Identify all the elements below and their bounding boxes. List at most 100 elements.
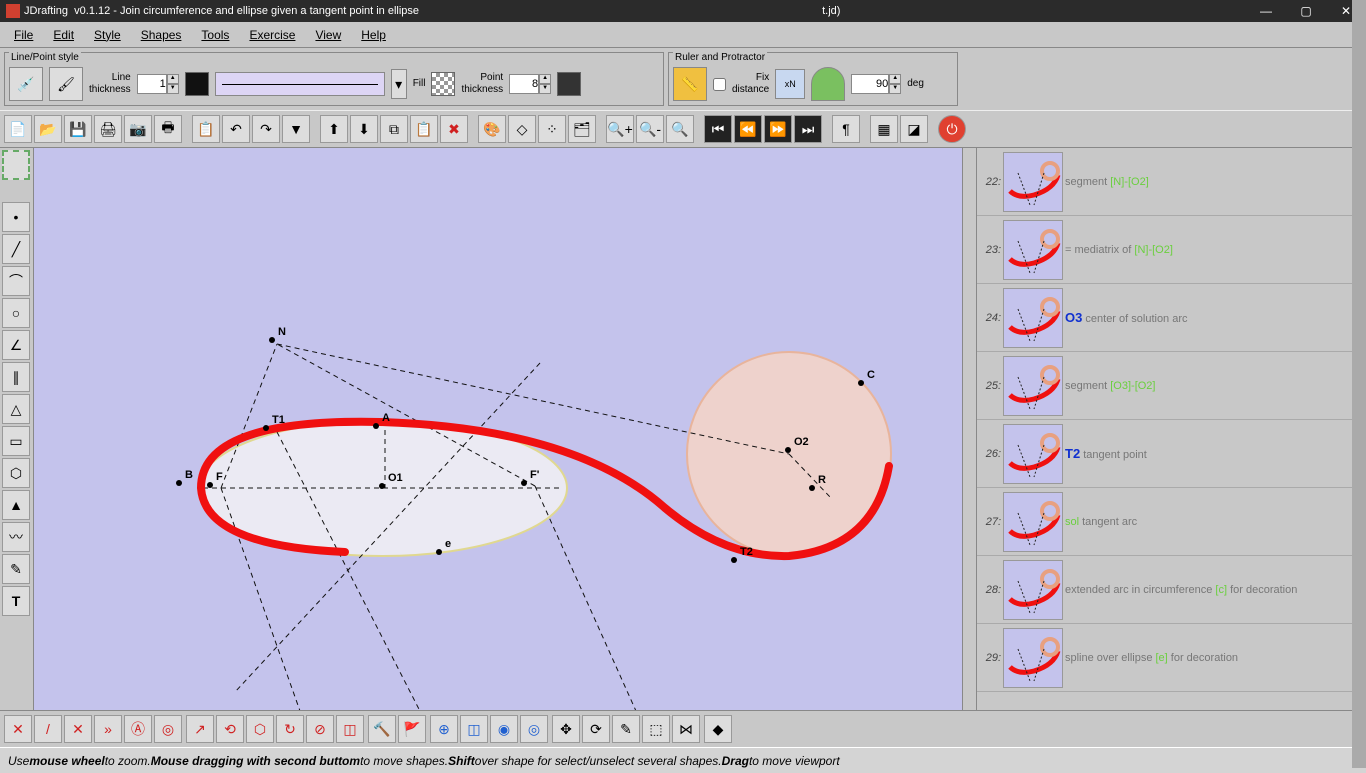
point-O2[interactable] xyxy=(785,447,791,453)
maximize-button[interactable]: ▢ xyxy=(1286,0,1326,22)
btool-20[interactable]: ✎ xyxy=(612,715,640,743)
btool-16[interactable]: ◫ xyxy=(460,715,488,743)
angle-spinner[interactable]: ▲▼ xyxy=(851,74,901,94)
text-tool[interactable]: T xyxy=(2,586,30,616)
undo-button[interactable]: ↶ xyxy=(222,115,250,143)
btool-10[interactable]: ↻ xyxy=(276,715,304,743)
new-button[interactable]: 📄 xyxy=(4,115,32,143)
point-O1[interactable] xyxy=(379,483,385,489)
btool-9[interactable]: ⬡ xyxy=(246,715,274,743)
move-up-button[interactable]: ⬆ xyxy=(320,115,348,143)
rect-tool[interactable]: ▭ xyxy=(2,426,30,456)
polygon-tool[interactable]: ⬡ xyxy=(2,458,30,488)
print-button[interactable]: 🖶 xyxy=(154,115,182,143)
point-T1[interactable] xyxy=(263,425,269,431)
btool-6[interactable]: ◎ xyxy=(154,715,182,743)
save-as-button[interactable]: 🖨 xyxy=(94,115,122,143)
last-button[interactable]: ⏭ xyxy=(794,115,822,143)
clipboard-button[interactable]: 📋 xyxy=(410,115,438,143)
canvas-scrollbar[interactable] xyxy=(962,148,976,710)
xn-button[interactable]: xN xyxy=(775,69,805,99)
layers-button[interactable]: 🗂 xyxy=(568,115,596,143)
angle-tool[interactable]: ∠ xyxy=(2,330,30,360)
point-F[interactable] xyxy=(207,482,213,488)
protractor-icon[interactable] xyxy=(811,67,845,101)
zoom-fit-button[interactable]: 🔍 xyxy=(666,115,694,143)
history-item[interactable]: 24: O3 center of solution arc xyxy=(977,284,1366,352)
eyedropper-button[interactable]: 💉 xyxy=(9,67,43,101)
fix-distance-checkbox[interactable] xyxy=(713,78,726,91)
btool-19[interactable]: ⟳ xyxy=(582,715,610,743)
menu-tools[interactable]: Tools xyxy=(191,25,239,45)
pencil-tool[interactable]: ✎ xyxy=(2,554,30,584)
diamond-button[interactable]: ◇ xyxy=(508,115,536,143)
copy-button[interactable]: ⧉ xyxy=(380,115,408,143)
btool-8[interactable]: ⟲ xyxy=(216,715,244,743)
paste-button[interactable]: 📋 xyxy=(192,115,220,143)
line-tool[interactable]: ╱ xyxy=(2,234,30,264)
btool-13[interactable]: 🔨 xyxy=(368,715,396,743)
btool-15[interactable]: ⊕ xyxy=(430,715,458,743)
history-item[interactable]: 27: sol tangent arc xyxy=(977,488,1366,556)
dots-button[interactable]: ⁘ xyxy=(538,115,566,143)
menu-exercise[interactable]: Exercise xyxy=(239,25,305,45)
dropdown-button[interactable]: ▼ xyxy=(282,115,310,143)
point-A[interactable] xyxy=(373,423,379,429)
btool-23[interactable]: ◆ xyxy=(704,715,732,743)
redo-button[interactable]: ↷ xyxy=(252,115,280,143)
palette-button[interactable]: 🎨 xyxy=(478,115,506,143)
point-thickness-spinner[interactable]: ▲▼ xyxy=(509,74,551,94)
prev-button[interactable]: ⏪ xyxy=(734,115,762,143)
select-tool[interactable] xyxy=(2,150,30,180)
btool-4[interactable]: » xyxy=(94,715,122,743)
camera-button[interactable]: 📷 xyxy=(124,115,152,143)
canvas[interactable]: NT1ABFO1F'O2CRT2e xyxy=(34,148,976,710)
pilcrow-button[interactable]: ¶ xyxy=(832,115,860,143)
first-button[interactable]: ⏮ xyxy=(704,115,732,143)
menu-view[interactable]: View xyxy=(305,25,351,45)
history-item[interactable]: 25: segment [O3]-[O2] xyxy=(977,352,1366,420)
history-item[interactable]: 28: extended arc in circumference [c] fo… xyxy=(977,556,1366,624)
wave-tool[interactable]: 〰 xyxy=(2,522,30,552)
btool-3[interactable]: ✕ xyxy=(64,715,92,743)
btool-2[interactable]: / xyxy=(34,715,62,743)
save-button[interactable]: 💾 xyxy=(64,115,92,143)
btool-22[interactable]: ⋈ xyxy=(672,715,700,743)
open-button[interactable]: 📂 xyxy=(34,115,62,143)
line-color-swatch[interactable] xyxy=(185,72,209,96)
point-B[interactable] xyxy=(176,480,182,486)
move-down-button[interactable]: ⬇ xyxy=(350,115,378,143)
btool-1[interactable]: ✕ xyxy=(4,715,32,743)
history-item[interactable]: 23: = mediatrix of [N]-[O2] xyxy=(977,216,1366,284)
star-tool[interactable]: ▲ xyxy=(2,490,30,520)
triangle-tool[interactable]: △ xyxy=(2,394,30,424)
zoom-out-button[interactable]: 🔍- xyxy=(636,115,664,143)
point-C[interactable] xyxy=(858,380,864,386)
invert-button[interactable]: ◪ xyxy=(900,115,928,143)
btool-11[interactable]: ⊘ xyxy=(306,715,334,743)
line-thickness-spinner[interactable]: ▲▼ xyxy=(137,74,179,94)
history-item[interactable]: 29: spline over ellipse [e] for decorati… xyxy=(977,624,1366,692)
fill-swatch[interactable] xyxy=(431,72,455,96)
point-color-swatch[interactable] xyxy=(557,72,581,96)
brush-button[interactable]: 🖌 xyxy=(49,67,83,101)
power-button[interactable]: ⏻ xyxy=(938,115,966,143)
point-e[interactable] xyxy=(436,549,442,555)
arc-tool[interactable]: ⌒ xyxy=(2,266,30,296)
next-button[interactable]: ⏩ xyxy=(764,115,792,143)
point-T2[interactable] xyxy=(731,557,737,563)
delete-button[interactable]: ✖ xyxy=(440,115,468,143)
btool-7[interactable]: ↗ xyxy=(186,715,214,743)
btool-18[interactable]: ◎ xyxy=(520,715,548,743)
btool-14[interactable]: 🚩 xyxy=(398,715,426,743)
line-style-picker[interactable]: ▾ xyxy=(391,69,407,99)
line-style-dropdown[interactable] xyxy=(215,72,385,96)
parallel-tool[interactable]: ∥ xyxy=(2,362,30,392)
menu-edit[interactable]: Edit xyxy=(43,25,84,45)
btool-12[interactable]: ◫ xyxy=(336,715,364,743)
history-scrollbar[interactable] xyxy=(1352,148,1366,710)
select-all-button[interactable]: ▦ xyxy=(870,115,898,143)
minimize-button[interactable]: — xyxy=(1246,0,1286,22)
point-Fp[interactable] xyxy=(521,480,527,486)
btool-move[interactable]: ✥ xyxy=(552,715,580,743)
